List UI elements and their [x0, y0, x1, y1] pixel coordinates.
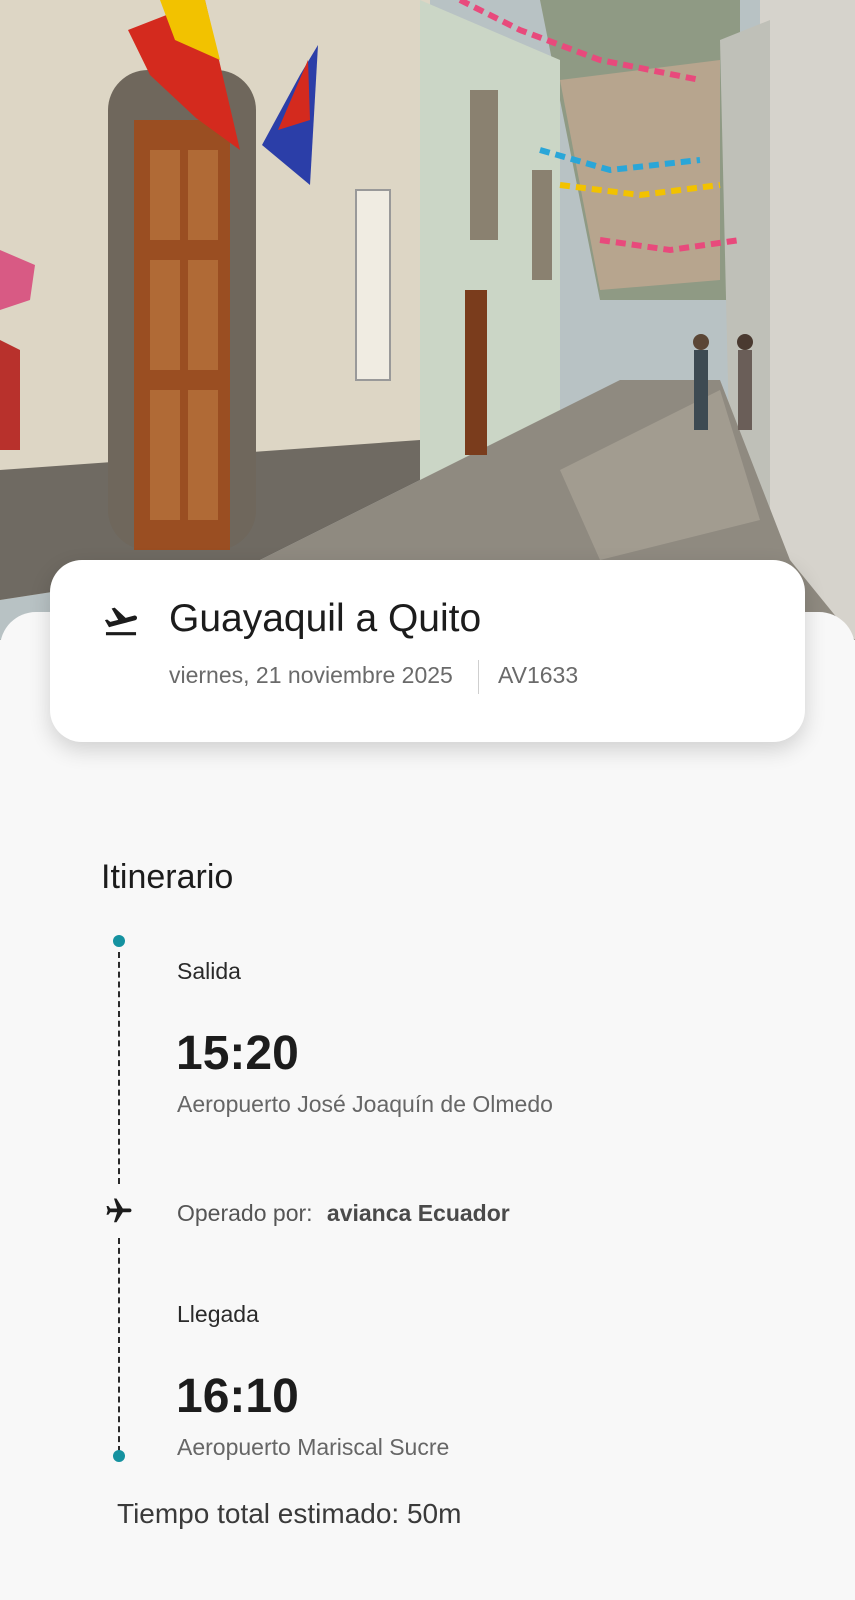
total-time: Tiempo total estimado: 50m	[117, 1498, 462, 1529]
flight-summary-card[interactable]: Guayaquil a Quito viernes, 21 noviembre …	[50, 560, 805, 742]
street-photo-illustration	[0, 0, 855, 640]
route-title: Guayaquil a Quito	[169, 597, 482, 640]
airplane-icon	[106, 1198, 132, 1223]
hero-photo	[0, 0, 855, 640]
operated-by-label: Operado por:	[177, 1200, 313, 1226]
arrival-dot	[113, 1450, 125, 1462]
departure-time: 15:20	[176, 1027, 299, 1080]
departure-dot	[113, 935, 125, 947]
timeline-line-bottom	[118, 1238, 120, 1452]
arrival-label: Llegada	[177, 1301, 259, 1327]
operated-by: Operado por: avianca Ecuador	[177, 1200, 510, 1227]
arrival-time: 16:10	[176, 1370, 299, 1423]
meta-divider	[478, 660, 479, 694]
arrival-airport: Aeropuerto Mariscal Sucre	[177, 1434, 450, 1460]
flight-date: viernes, 21 noviembre 2025	[169, 662, 453, 688]
flight-takeoff-icon	[104, 607, 138, 636]
timeline-line-top	[118, 952, 120, 1184]
flight-number: AV1633	[498, 662, 579, 688]
departure-label: Salida	[177, 958, 241, 984]
operator-name: avianca Ecuador	[326, 1200, 510, 1226]
departure-airport: Aeropuerto José Joaquín de Olmedo	[177, 1091, 553, 1117]
itinerary-title: Itinerario	[101, 858, 234, 896]
